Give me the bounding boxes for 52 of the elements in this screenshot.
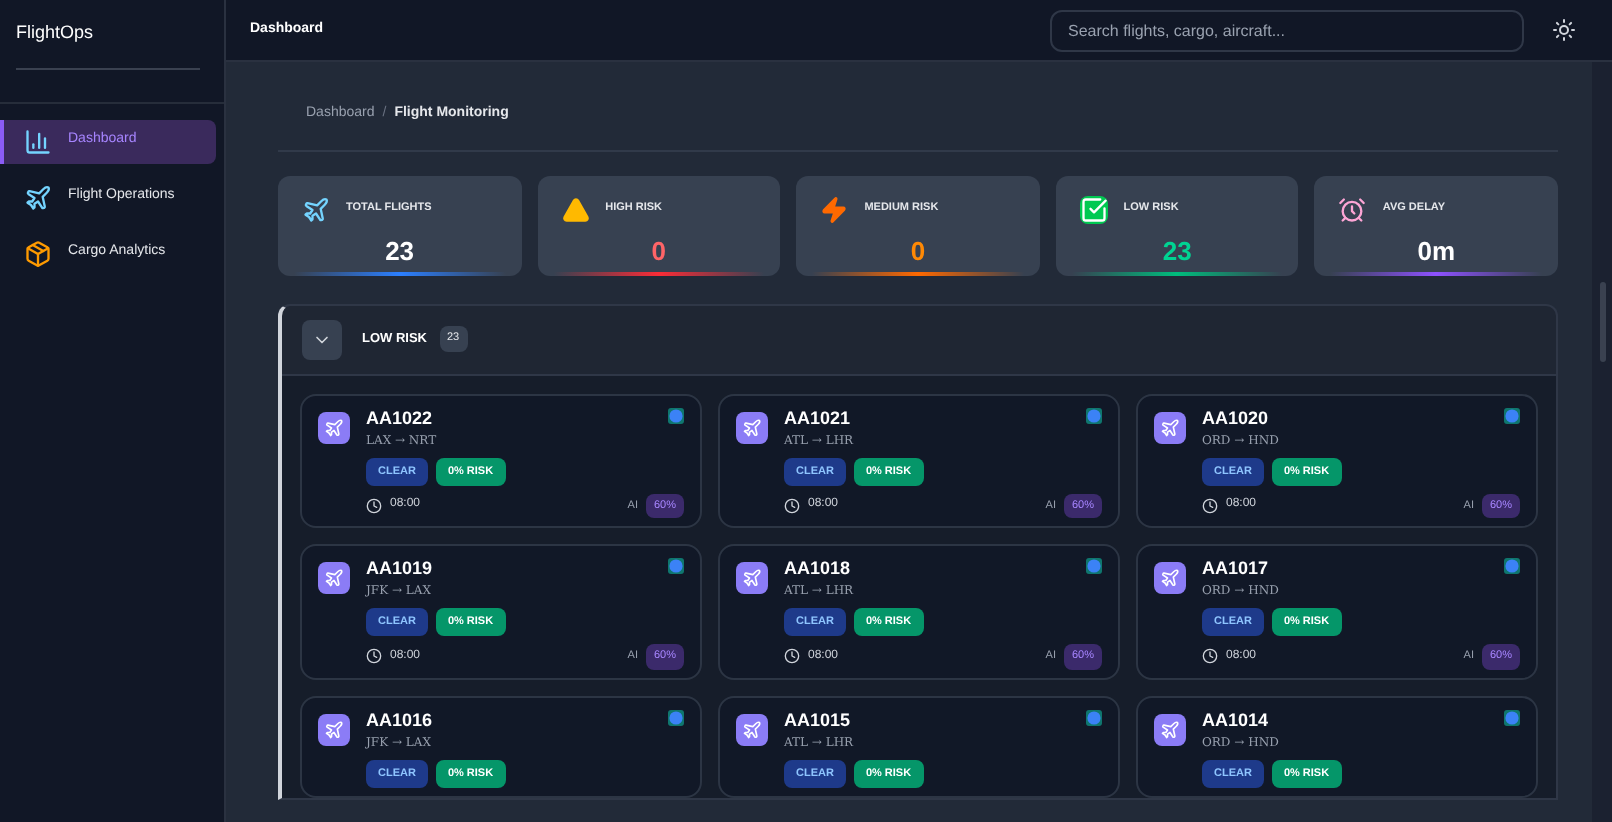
globe-icon xyxy=(1086,709,1102,725)
globe-icon xyxy=(668,709,684,725)
chart-icon xyxy=(24,127,52,155)
globe-icon xyxy=(668,407,684,423)
stat-value: 0m xyxy=(1415,233,1458,269)
flight-number: AA1015 xyxy=(784,709,851,731)
flight-number: AA1020 xyxy=(1202,407,1269,429)
clock-icon xyxy=(1202,497,1218,514)
globe-icon xyxy=(1504,558,1520,574)
flight-number: AA1018 xyxy=(784,558,851,580)
plane-icon xyxy=(1154,411,1186,443)
clock-icon xyxy=(366,497,382,514)
clock-icon xyxy=(366,648,382,665)
flight-number: AA1022 xyxy=(366,407,433,429)
warning-icon xyxy=(561,195,590,223)
flight-number: AA1019 xyxy=(366,558,433,580)
theme-toggle[interactable] xyxy=(1548,14,1580,46)
stat-value: 23 xyxy=(383,233,417,269)
plane-icon xyxy=(1154,562,1186,594)
alarm-clock-icon xyxy=(1338,195,1367,223)
clock-icon xyxy=(1202,648,1218,665)
plane-icon xyxy=(318,562,350,594)
box-icon xyxy=(24,239,52,267)
plane-icon xyxy=(302,195,330,223)
brand-name: FlightOps xyxy=(16,20,96,46)
globe-icon xyxy=(1504,709,1520,725)
plane-icon xyxy=(736,713,768,745)
plane-icon xyxy=(318,713,350,745)
plane-icon xyxy=(736,562,768,594)
lightning-icon xyxy=(820,195,849,223)
stat-value: 23 xyxy=(1160,233,1194,269)
clock-icon xyxy=(784,648,800,665)
globe-icon xyxy=(1086,407,1102,423)
globe-icon xyxy=(1086,558,1102,574)
flight-number: AA1014 xyxy=(1202,709,1269,731)
plane-icon xyxy=(1154,713,1186,745)
stat-value: 0 xyxy=(649,233,668,269)
stat-value: 0 xyxy=(908,233,928,269)
plane-icon xyxy=(736,411,768,443)
flight-number: AA1021 xyxy=(784,407,851,429)
plane-icon xyxy=(24,183,52,211)
clock-icon xyxy=(784,497,800,514)
check-icon xyxy=(1079,195,1108,223)
flight-number: AA1017 xyxy=(1202,558,1269,580)
globe-icon xyxy=(668,558,684,574)
plane-icon xyxy=(318,411,350,443)
globe-icon xyxy=(1504,407,1520,423)
search-field[interactable]: Search flights, cargo, aircraft... xyxy=(1050,9,1524,51)
flight-number: AA1016 xyxy=(366,709,433,731)
scrollbar[interactable] xyxy=(1592,62,1612,822)
collapse-toggle[interactable] xyxy=(302,319,342,359)
sun-icon xyxy=(1552,18,1576,42)
